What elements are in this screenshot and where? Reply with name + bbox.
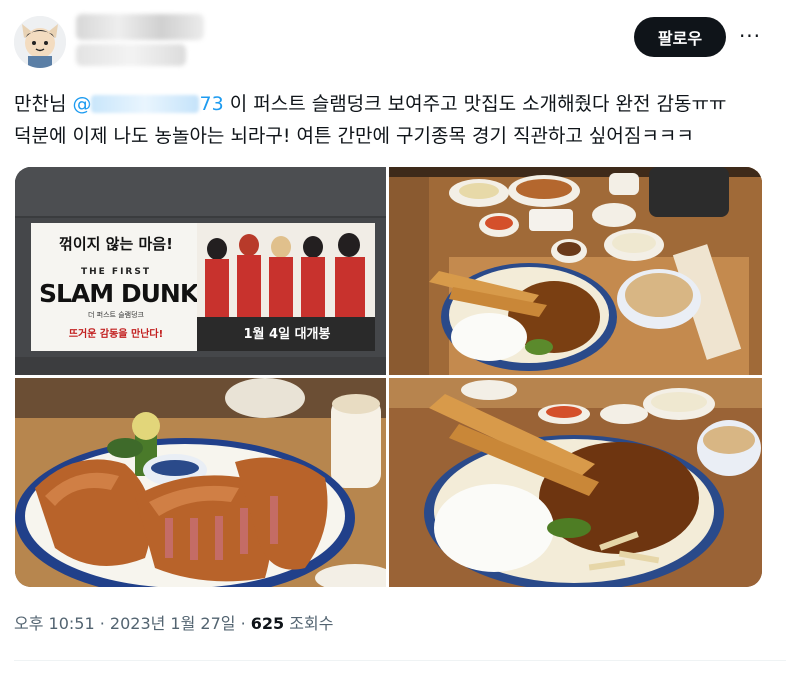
photo-curry-closeup[interactable] (389, 378, 762, 587)
tweet-text: 만찬님 @73 이 퍼스트 슬램덩크 보여주고 맛집도 소개해줬다 완전 감동ㅠ… (14, 88, 786, 152)
avatar[interactable] (14, 16, 66, 68)
tweet-time[interactable]: 오후 10:51 (14, 614, 95, 633)
tweet-header: 팔로우 ··· (0, 0, 800, 80)
meta-separator: · (94, 614, 110, 633)
poster-title: SLAM DUNK (39, 279, 199, 308)
follow-button[interactable]: 팔로우 (634, 17, 726, 57)
mention-link[interactable]: @73 (72, 93, 223, 115)
display-name[interactable] (76, 14, 204, 40)
tweet-text-start: 만찬님 (14, 93, 73, 115)
poster-tagline: 뜨거운 감동을 만난다! (68, 329, 164, 340)
mention-at: @ (72, 93, 92, 115)
more-options-icon[interactable]: ··· (734, 24, 766, 48)
divider (14, 660, 786, 661)
tweet-line-2: 덕분에 이제 나도 농놀아는 뇌라구! 여튼 간만에 구기종목 경기 직관하고 … (14, 125, 694, 147)
mention-blurred-handle (91, 95, 200, 113)
poster-release-date: 1월 4일 대개봉 (243, 327, 331, 342)
tweet-text-end: 이 퍼스트 슬램덩크 보여주고 맛집도 소개해줬다 완전 감동ㅠㅠ (223, 93, 727, 115)
photo-slam-dunk-poster[interactable]: 꺾이지 않는 마음! THE FIRST SLAM DUNK 더 퍼스트 슬램덩… (15, 167, 386, 375)
mention-tail: 73 (199, 93, 224, 115)
photo-table-spread[interactable] (389, 167, 762, 375)
photo-tonkatsu[interactable] (15, 378, 386, 587)
view-count: 625 (250, 614, 285, 633)
tweet-line-1: 만찬님 @73 이 퍼스트 슬램덩크 보여주고 맛집도 소개해줬다 완전 감동ㅠ… (14, 88, 786, 120)
media-grid: 꺾이지 않는 마음! THE FIRST SLAM DUNK 더 퍼스트 슬램덩… (15, 167, 762, 587)
poster-subtitle: 더 퍼스트 슬램덩크 (88, 311, 144, 319)
poster-left-panel: 꺾이지 않는 마음! THE FIRST SLAM DUNK 더 퍼스트 슬램덩… (31, 223, 199, 351)
user-handle[interactable] (76, 44, 186, 66)
poster-the-first: THE FIRST (80, 267, 151, 277)
poster-slogan: 꺾이지 않는 마음! (59, 235, 173, 253)
poster: 꺾이지 않는 마음! THE FIRST SLAM DUNK 더 퍼스트 슬램덩… (31, 223, 375, 351)
tweet-meta: 오후 10:51 · 2023년 1월 27일 · 625 조회수 (14, 610, 333, 634)
meta-separator-2: · (235, 614, 251, 633)
tweet-date[interactable]: 2023년 1월 27일 (110, 614, 236, 633)
view-count-label: 조회수 (284, 614, 334, 633)
